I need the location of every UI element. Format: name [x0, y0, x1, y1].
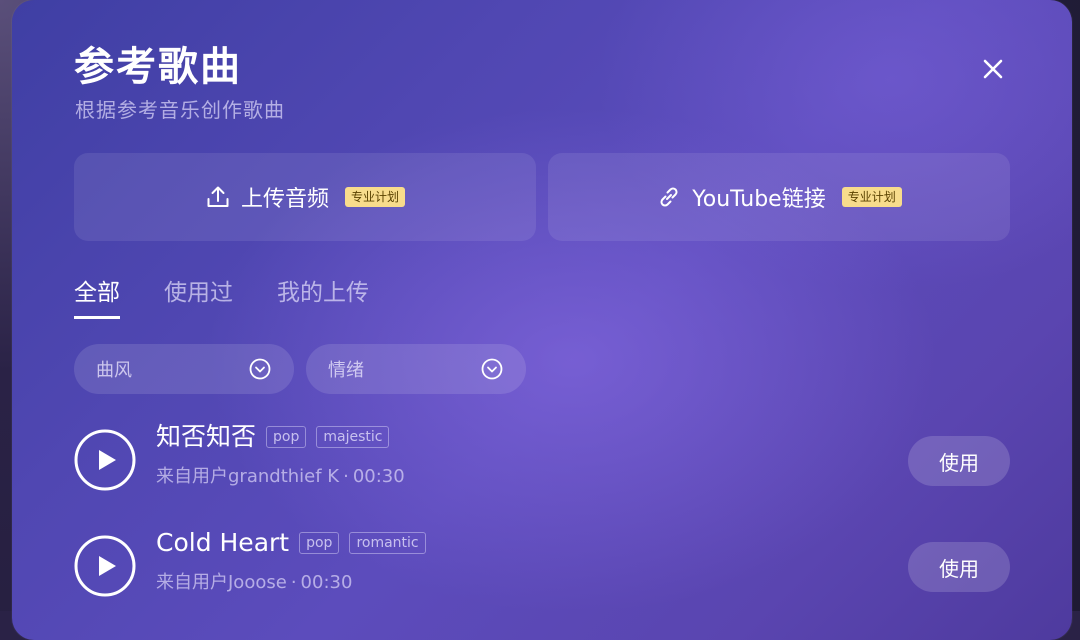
song-source: 来自用户grandthief K: [156, 466, 340, 487]
upload-audio-label: 上传音频: [240, 187, 329, 212]
song-duration: 00:30: [352, 466, 405, 487]
close-button[interactable]: [976, 52, 1010, 86]
song-tag: romantic: [349, 532, 426, 554]
dialog-title: 参考歌曲: [74, 44, 242, 90]
play-icon: [74, 429, 136, 491]
tab-used[interactable]: 使用过: [164, 278, 233, 319]
youtube-link-button[interactable]: YouTube链接 专业计划: [548, 153, 1010, 241]
song-list-item: 知否知否 pop majestic 来自用户grandthief K · 00:…: [74, 420, 1010, 500]
song-title: Cold Heart: [156, 528, 290, 557]
song-meta: 来自用户Jooose · 00:30: [156, 570, 352, 596]
upload-icon: [207, 186, 229, 207]
pro-plan-badge: 专业计划: [345, 187, 406, 207]
pro-plan-badge: 专业计划: [841, 187, 902, 207]
song-title: 知否知否: [156, 422, 257, 451]
chevron-down-icon: [481, 358, 503, 380]
mood-filter-dropdown[interactable]: 情绪: [306, 344, 526, 394]
song-tag: pop: [266, 426, 307, 448]
use-song-button[interactable]: 使用: [908, 436, 1010, 486]
song-meta: 来自用户grandthief K · 00:30: [156, 464, 405, 490]
dialog-subtitle: 根据参考音乐创作歌曲: [75, 98, 285, 122]
genre-filter-dropdown[interactable]: 曲风: [74, 344, 294, 394]
genre-filter-label: 曲风: [96, 360, 132, 381]
upload-audio-button[interactable]: 上传音频 专业计划: [74, 153, 536, 241]
reference-song-dialog: 参考歌曲 根据参考音乐创作歌曲 上传音频 专业计划 YouTube链接 专业计划…: [12, 0, 1072, 640]
filter-bar: 曲风 情绪: [74, 344, 526, 394]
play-button[interactable]: [74, 429, 136, 491]
song-tabs: 全部 使用过 我的上传: [74, 278, 369, 319]
chevron-down-icon: [249, 358, 271, 380]
meta-separator: ·: [343, 466, 349, 487]
play-icon: [74, 535, 136, 597]
play-button[interactable]: [74, 535, 136, 597]
use-song-button[interactable]: 使用: [908, 542, 1010, 592]
tab-my-uploads[interactable]: 我的上传: [277, 278, 369, 319]
song-source: 来自用户Jooose: [156, 572, 287, 593]
close-icon: [983, 59, 1003, 79]
upload-options: 上传音频 专业计划 YouTube链接 专业计划: [74, 153, 1010, 241]
youtube-link-label: YouTube链接: [692, 187, 826, 212]
meta-separator: ·: [290, 572, 297, 593]
tab-all[interactable]: 全部: [74, 278, 120, 319]
song-title-row: 知否知否 pop majestic: [156, 420, 390, 454]
song-title-row: Cold Heart pop romantic: [156, 526, 426, 560]
link-icon: [660, 187, 678, 207]
song-list-item: Cold Heart pop romantic 来自用户Jooose · 00:…: [74, 526, 1010, 606]
song-duration: 00:30: [300, 572, 353, 593]
song-tag: pop: [299, 532, 340, 554]
mood-filter-label: 情绪: [328, 360, 364, 381]
song-tag: majestic: [316, 426, 390, 448]
